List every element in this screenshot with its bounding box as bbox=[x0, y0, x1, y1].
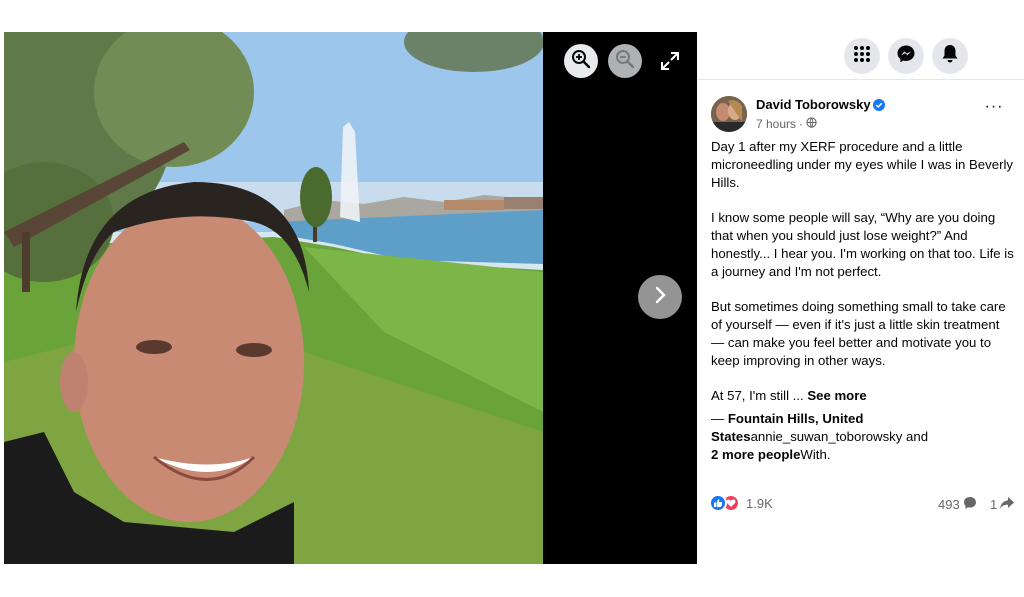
expand-icon bbox=[658, 52, 682, 77]
zoom-out-icon bbox=[615, 49, 635, 74]
caption-truncated: At 57, I'm still ... See more bbox=[711, 387, 1016, 405]
tag-joiner: and bbox=[902, 429, 929, 444]
comment-count-button[interactable]: 493 bbox=[938, 496, 977, 513]
caption-truncated-text: At 57, I'm still ... bbox=[711, 388, 804, 403]
post-meta: 7 hours · bbox=[756, 117, 817, 131]
fullscreen-button[interactable] bbox=[658, 49, 682, 73]
notifications-button[interactable] bbox=[932, 38, 968, 74]
see-more-link[interactable]: See more bbox=[807, 388, 866, 403]
post-location-line: — Fountain Hills, United Statesannie_suw… bbox=[711, 410, 1016, 464]
post-photo[interactable] bbox=[4, 32, 543, 564]
more-people-link[interactable]: 2 more people bbox=[711, 447, 800, 462]
post-caption: Day 1 after my XERF procedure and a litt… bbox=[711, 138, 1016, 464]
reaction-count: 1.9K bbox=[746, 495, 773, 511]
reactions-summary[interactable]: 1.9K bbox=[709, 494, 773, 512]
grid-menu-icon bbox=[853, 45, 871, 68]
location-prefix: — bbox=[711, 411, 728, 426]
photo-viewer bbox=[4, 32, 697, 564]
comment-count: 493 bbox=[938, 497, 960, 512]
share-count: 1 bbox=[990, 497, 998, 512]
globe-icon bbox=[806, 117, 817, 131]
caption-paragraph: But sometimes doing something small to t… bbox=[711, 299, 1006, 368]
more-options-button[interactable]: ··· bbox=[983, 99, 1005, 116]
chevron-right-icon bbox=[650, 285, 670, 310]
zoom-out-button[interactable] bbox=[608, 44, 642, 78]
like-reaction-icon bbox=[709, 494, 727, 512]
meta-separator: · bbox=[799, 117, 804, 131]
photo-scene bbox=[4, 32, 543, 564]
next-photo-button[interactable] bbox=[638, 275, 682, 319]
caption-paragraph: I know some people will say, “Why are yo… bbox=[711, 210, 1014, 279]
comment-bubble-icon bbox=[963, 496, 977, 513]
zoom-in-icon bbox=[571, 49, 591, 74]
messenger-button[interactable] bbox=[888, 38, 924, 74]
zoom-in-button[interactable] bbox=[564, 44, 598, 78]
caption-paragraph: Day 1 after my XERF procedure and a litt… bbox=[711, 139, 1013, 190]
menu-button[interactable] bbox=[844, 38, 880, 74]
verified-badge-icon bbox=[873, 98, 885, 111]
post-panel: David Toborowsky 7 hours · ··· Day 1 aft… bbox=[697, 80, 1024, 564]
bell-icon bbox=[941, 44, 959, 69]
avatar[interactable] bbox=[711, 96, 747, 132]
share-arrow-icon bbox=[999, 496, 1015, 513]
with-label: With. bbox=[800, 447, 831, 462]
share-count-button[interactable]: 1 bbox=[990, 496, 1015, 513]
post-time[interactable]: 7 hours bbox=[756, 117, 796, 131]
tagged-user-link[interactable]: annie_suwan_toborowsky bbox=[751, 429, 903, 444]
top-bar bbox=[697, 32, 1024, 80]
messenger-icon bbox=[896, 44, 916, 69]
author-name[interactable]: David Toborowsky bbox=[756, 97, 871, 112]
